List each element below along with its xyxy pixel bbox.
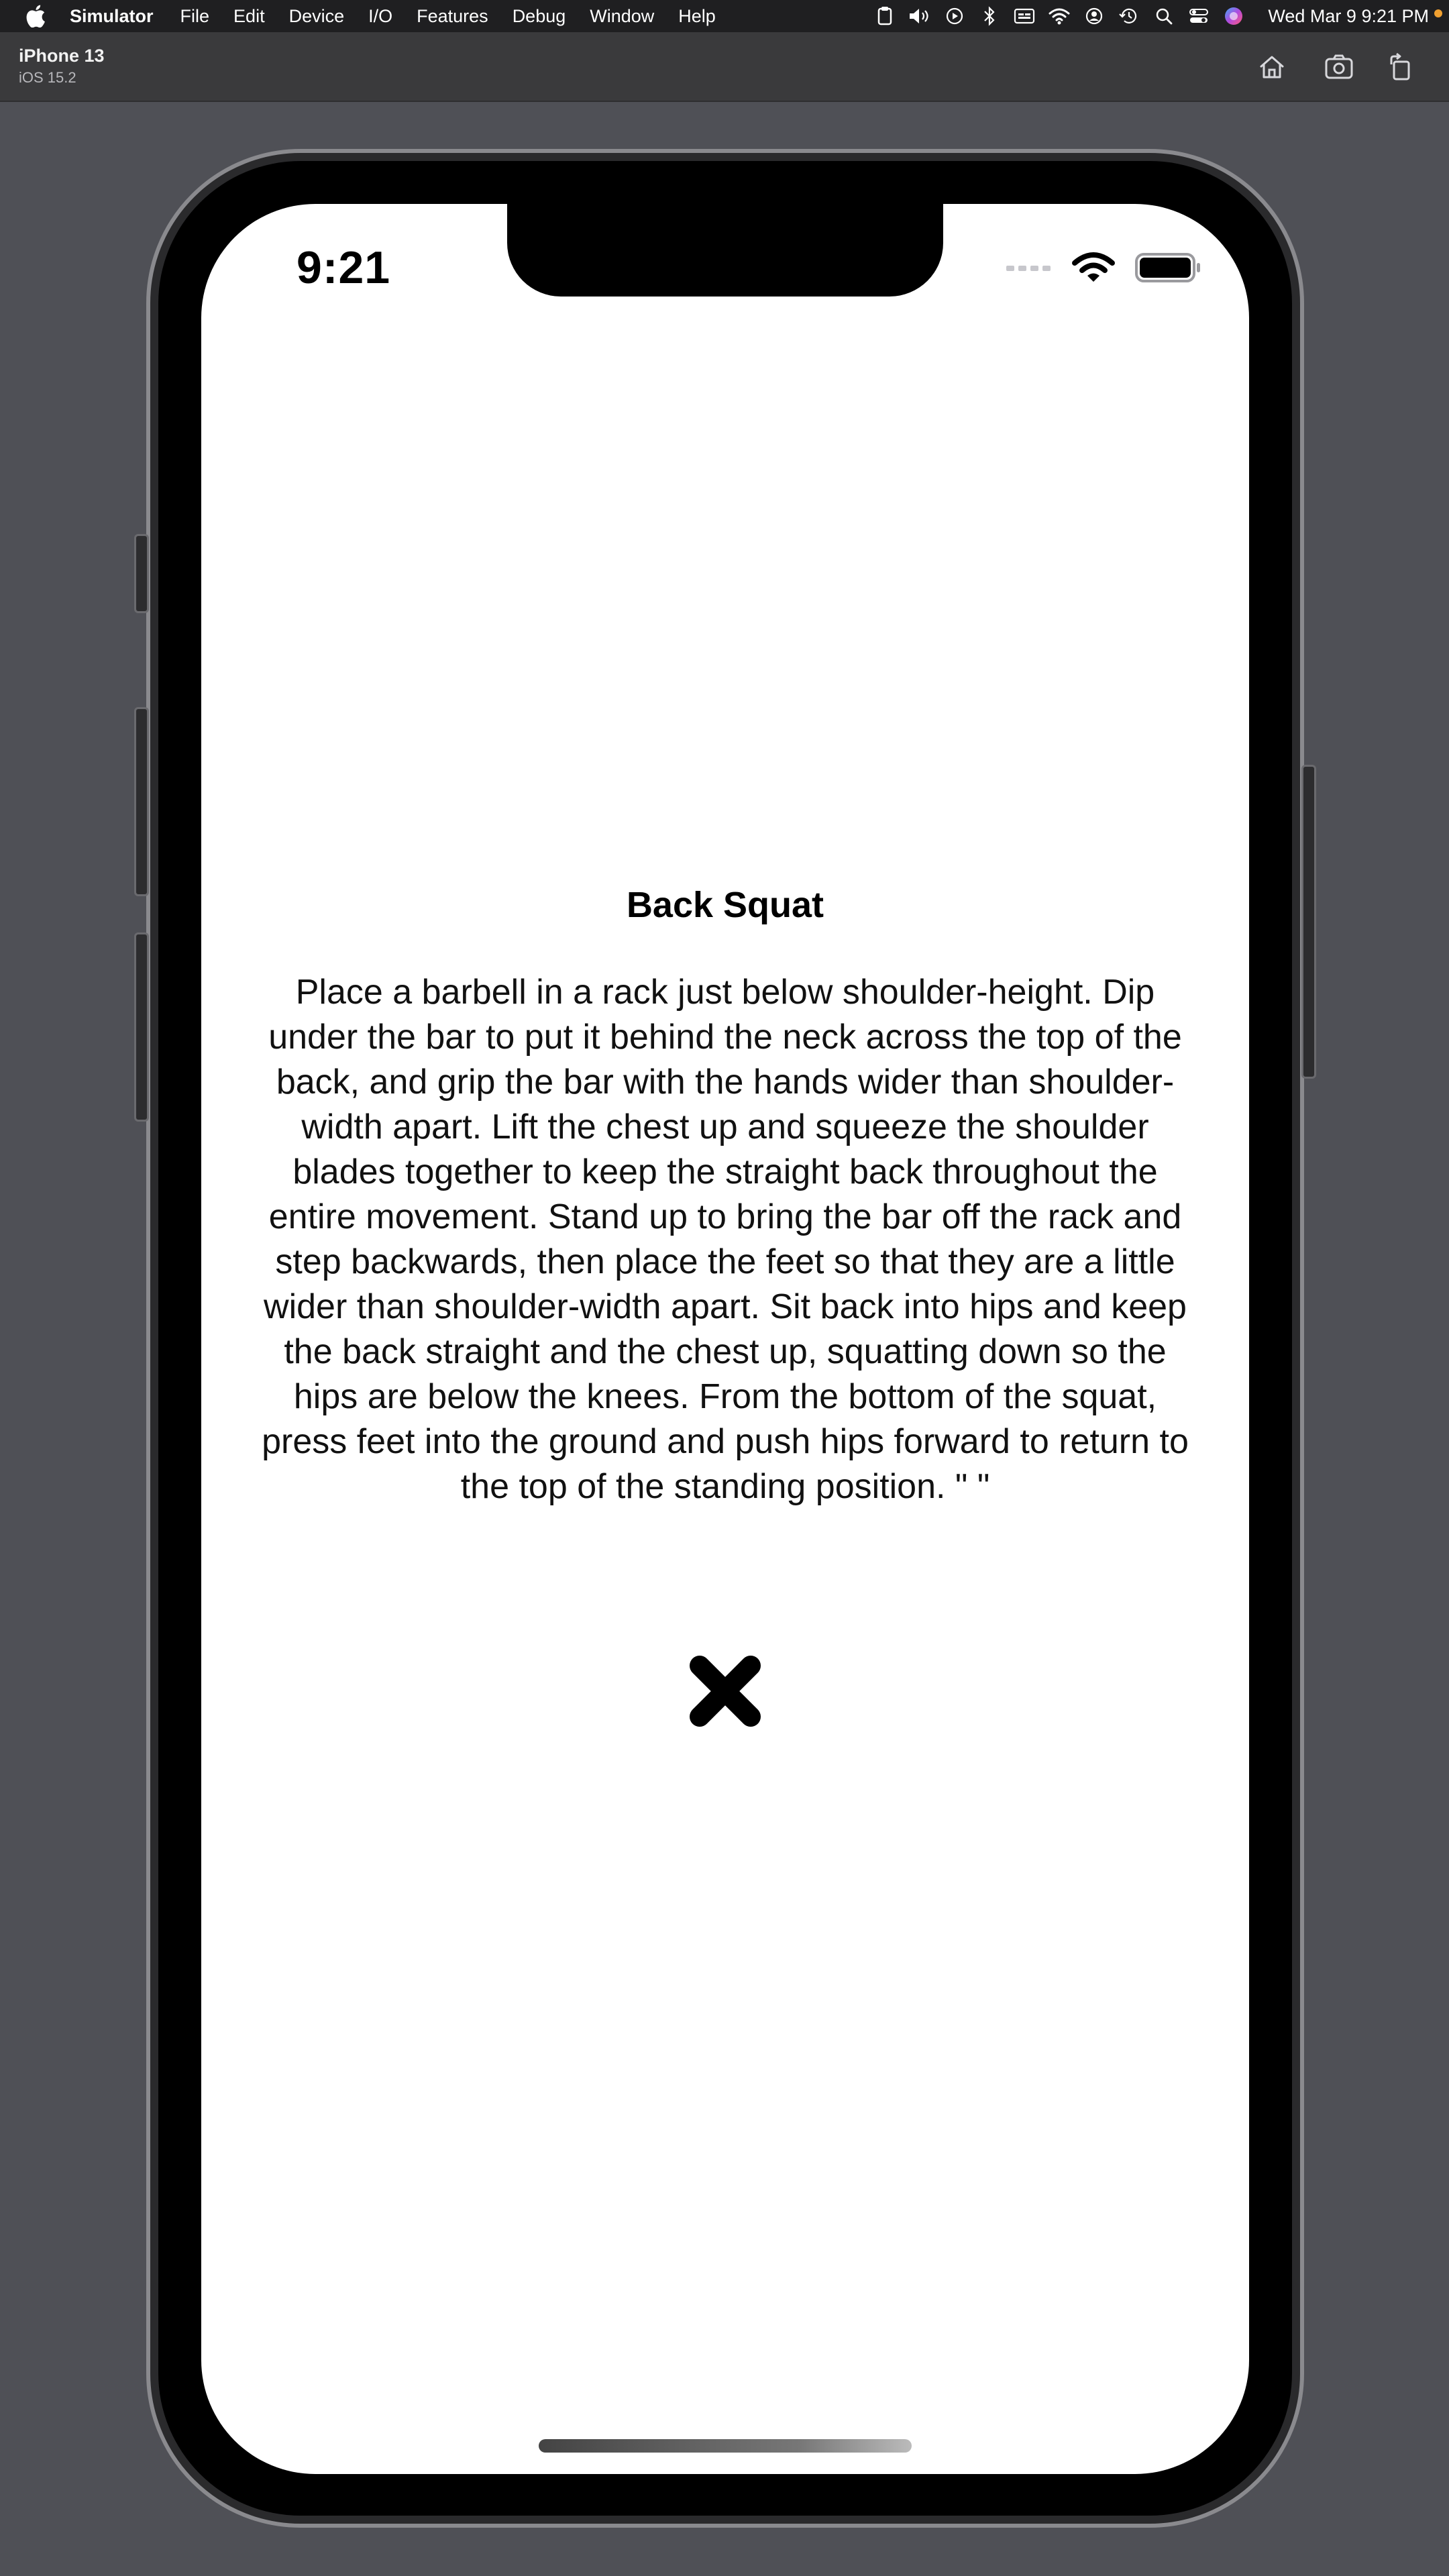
close-x-icon bbox=[690, 1656, 761, 1727]
menu-bar-clock[interactable]: Wed Mar 9 9:21 PM bbox=[1268, 6, 1429, 27]
cellular-signal-icon bbox=[1006, 266, 1051, 271]
volume-icon[interactable] bbox=[908, 5, 931, 28]
volume-down-button bbox=[134, 932, 149, 1122]
home-icon bbox=[1260, 56, 1284, 78]
iphone-screen: 9:21 Back Squat Place a barbell in a rac… bbox=[201, 204, 1249, 2474]
rotate-icon bbox=[1390, 52, 1410, 80]
status-bar-time: 9:21 bbox=[297, 242, 391, 293]
menu-device[interactable]: Device bbox=[289, 6, 345, 27]
clipboard-icon[interactable] bbox=[873, 5, 896, 28]
menu-io[interactable]: I/O bbox=[368, 6, 392, 27]
mute-switch bbox=[134, 534, 149, 613]
close-button[interactable] bbox=[682, 1648, 769, 1735]
device-name: iPhone 13 bbox=[19, 46, 105, 66]
wifi-status-icon bbox=[1072, 252, 1115, 282]
user-icon[interactable] bbox=[1083, 5, 1106, 28]
simulator-toolbar: iPhone 13 iOS 15.2 bbox=[0, 32, 1449, 102]
iphone-notch bbox=[507, 204, 943, 297]
menu-file[interactable]: File bbox=[180, 6, 210, 27]
camera-icon bbox=[1325, 54, 1353, 79]
battery-icon bbox=[1135, 253, 1200, 282]
rotate-button[interactable] bbox=[1383, 50, 1418, 85]
menu-app-name[interactable]: Simulator bbox=[70, 6, 154, 27]
home-button[interactable] bbox=[1254, 50, 1289, 85]
search-icon[interactable] bbox=[1152, 5, 1175, 28]
exercise-title: Back Squat bbox=[626, 885, 824, 925]
siri-icon[interactable] bbox=[1222, 5, 1245, 28]
menu-debug[interactable]: Debug bbox=[513, 6, 566, 27]
device-os-version: iOS 15.2 bbox=[19, 69, 76, 86]
menu-window[interactable]: Window bbox=[590, 6, 654, 27]
display-icon[interactable] bbox=[1013, 5, 1036, 28]
apple-menu-icon[interactable] bbox=[25, 5, 52, 28]
status-bar-indicators bbox=[1006, 251, 1202, 284]
wifi-icon[interactable] bbox=[1048, 5, 1071, 28]
menu-help[interactable]: Help bbox=[678, 6, 716, 27]
time-machine-icon[interactable] bbox=[1118, 5, 1140, 28]
screenshot-button[interactable] bbox=[1322, 50, 1356, 85]
play-circle-icon[interactable] bbox=[943, 5, 966, 28]
volume-up-button bbox=[134, 707, 149, 896]
side-power-button bbox=[1301, 765, 1316, 1079]
control-center-icon[interactable] bbox=[1187, 5, 1210, 28]
macos-menu-bar: Simulator File Edit Device I/O Features … bbox=[0, 0, 1449, 32]
recording-indicator-dot bbox=[1434, 9, 1442, 17]
home-indicator[interactable] bbox=[539, 2439, 912, 2453]
menu-features[interactable]: Features bbox=[417, 6, 488, 27]
menu-edit[interactable]: Edit bbox=[233, 6, 265, 27]
exercise-description: Place a barbell in a rack just below sho… bbox=[262, 973, 1189, 1506]
menu-bar-status-area: Wed Mar 9 9:21 PM bbox=[861, 0, 1449, 32]
bluetooth-icon[interactable] bbox=[978, 5, 1001, 28]
